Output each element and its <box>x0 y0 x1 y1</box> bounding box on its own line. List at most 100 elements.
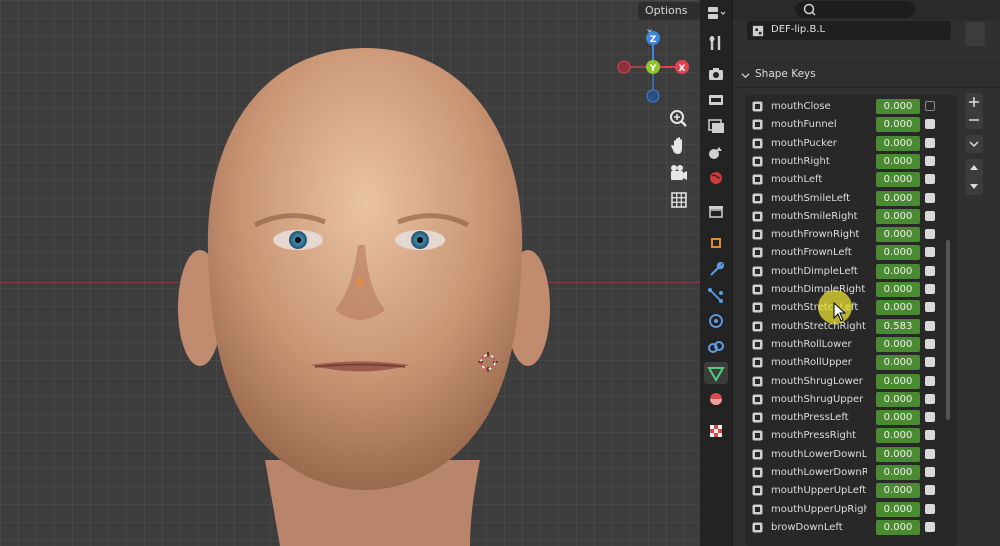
shape-key-enabled-checkbox[interactable] <box>925 229 935 240</box>
shape-key-enabled-checkbox[interactable] <box>925 521 935 532</box>
shape-key-enabled-checkbox[interactable] <box>925 265 935 276</box>
shape-key-row[interactable]: mouthDimpleLeft 0.000 <box>745 263 957 281</box>
shape-key-specials-button[interactable] <box>965 135 983 153</box>
shape-key-value[interactable]: 0.000 <box>876 465 920 480</box>
shape-key-enabled-checkbox[interactable] <box>925 448 935 459</box>
shape-key-enabled-checkbox[interactable] <box>925 393 935 404</box>
shape-key-value[interactable]: 0.000 <box>876 300 920 316</box>
list-scroll-handle[interactable] <box>965 22 985 46</box>
hand-icon[interactable] <box>666 133 692 159</box>
shape-key-value[interactable]: 0.000 <box>876 446 920 462</box>
shape-key-row[interactable]: mouthLowerDownRight 0.000 <box>745 464 957 482</box>
3d-viewport[interactable]: Options ⌄ Z X Y <box>0 0 700 546</box>
shape-key-row[interactable]: mouthSmileRight 0.000 <box>745 208 957 226</box>
texture-icon[interactable] <box>704 420 728 442</box>
output-icon[interactable] <box>704 89 728 111</box>
modifier-icon[interactable] <box>704 258 728 280</box>
material-icon[interactable] <box>704 388 728 410</box>
object-icon[interactable] <box>704 232 728 254</box>
shape-key-value[interactable]: 0.583 <box>876 318 920 334</box>
shape-key-enabled-checkbox[interactable] <box>925 485 935 496</box>
shape-key-value[interactable]: 0.000 <box>876 172 920 188</box>
shape-key-enabled-checkbox[interactable] <box>925 155 935 166</box>
shape-key-row[interactable]: mouthUpperUpRight 0.000 <box>745 501 957 519</box>
world-icon[interactable] <box>704 167 728 189</box>
shape-key-value[interactable]: 0.000 <box>876 153 920 169</box>
shape-key-enabled-checkbox[interactable] <box>925 412 935 423</box>
collection-icon[interactable] <box>704 200 728 222</box>
shape-key-value[interactable]: 0.000 <box>876 135 920 151</box>
shape-key-enabled-checkbox[interactable] <box>925 247 935 258</box>
shape-keys-list[interactable]: mouthClose 0.000 mouthFunnel 0.000 mouthPuck… <box>745 95 957 546</box>
shape-key-enabled-checkbox[interactable] <box>925 503 935 514</box>
view-layer-icon[interactable] <box>704 115 728 137</box>
particles-icon[interactable] <box>704 284 728 306</box>
shape-key-value[interactable]: 0.000 <box>876 99 920 114</box>
render-icon[interactable] <box>704 63 728 85</box>
shape-key-row[interactable]: mouthRollUpper 0.000 <box>745 354 957 372</box>
shape-key-value[interactable]: 0.000 <box>876 428 920 444</box>
shape-key-row[interactable]: mouthShrugUpper 0.000 <box>745 391 957 409</box>
zoom-icon[interactable] <box>666 106 692 132</box>
shape-key-value[interactable]: 0.000 <box>876 483 920 499</box>
constraints-icon[interactable] <box>704 336 728 358</box>
tool-icon[interactable] <box>704 32 728 54</box>
physics-icon[interactable] <box>704 310 728 332</box>
shape-key-row[interactable]: mouthLeft 0.000 <box>745 171 957 189</box>
shape-key-row[interactable]: mouthPressRight 0.000 <box>745 427 957 445</box>
shape-key-enabled-checkbox[interactable] <box>925 430 935 441</box>
shape-key-value[interactable]: 0.000 <box>876 245 920 261</box>
add-shape-key-button[interactable] <box>965 93 983 111</box>
shape-key-row[interactable]: mouthRollLower 0.000 <box>745 336 957 354</box>
shape-key-value[interactable]: 0.000 <box>876 373 920 389</box>
shape-keys-panel-header[interactable]: Shape Keys <box>733 62 1000 88</box>
shape-key-value[interactable]: 0.000 <box>876 117 920 133</box>
move-down-button[interactable] <box>965 177 983 195</box>
shape-key-value[interactable]: 0.000 <box>876 263 920 279</box>
shape-key-row[interactable]: mouthDimpleRight 0.000 <box>745 281 957 299</box>
shape-key-enabled-checkbox[interactable] <box>925 119 935 130</box>
move-up-button[interactable] <box>965 159 983 177</box>
shape-key-enabled-checkbox[interactable] <box>925 210 935 221</box>
head-model[interactable] <box>170 40 560 546</box>
camera-icon[interactable] <box>666 160 692 186</box>
shape-key-enabled-checkbox[interactable] <box>925 192 935 203</box>
shape-key-row[interactable]: mouthFunnel 0.000 <box>745 116 957 134</box>
navigation-gizmo[interactable]: Z X Y <box>610 26 700 110</box>
shape-key-enabled-checkbox[interactable] <box>925 338 935 349</box>
shape-key-enabled-checkbox[interactable] <box>925 174 935 185</box>
shape-key-enabled-checkbox[interactable] <box>925 101 935 111</box>
bone-name-field[interactable]: DEF-lip.B.L <box>747 21 951 40</box>
grid-icon[interactable] <box>666 187 692 213</box>
shape-key-enabled-checkbox[interactable] <box>925 302 935 313</box>
shape-key-enabled-checkbox[interactable] <box>925 320 935 331</box>
shape-key-enabled-checkbox[interactable] <box>925 284 935 294</box>
shape-key-value[interactable]: 0.000 <box>876 391 920 407</box>
shape-key-row[interactable]: mouthShrugLower 0.000 <box>745 373 957 391</box>
shape-key-row[interactable]: mouthLowerDownLeft 0.000 <box>745 446 957 464</box>
shape-key-value[interactable]: 0.000 <box>876 282 920 297</box>
editor-type-icon[interactable] <box>704 2 728 24</box>
shape-key-row[interactable]: mouthFrownLeft 0.000 <box>745 244 957 262</box>
shape-key-row[interactable]: mouthClose 0.000 <box>745 98 957 116</box>
shape-key-row[interactable]: mouthUpperUpLeft 0.000 <box>745 482 957 500</box>
shape-key-enabled-checkbox[interactable] <box>925 137 935 148</box>
remove-shape-key-button[interactable] <box>965 111 983 129</box>
shape-key-value[interactable]: 0.000 <box>876 227 920 243</box>
options-dropdown[interactable]: Options ⌄ <box>638 2 700 35</box>
data-icon[interactable] <box>704 362 728 384</box>
shape-key-row[interactable]: mouthStretchRight 0.583 <box>745 318 957 336</box>
list-scrollbar[interactable] <box>946 240 950 420</box>
shape-key-row[interactable]: mouthPressLeft 0.000 <box>745 409 957 427</box>
shape-key-row[interactable]: browDownLeft 0.000 <box>745 519 957 537</box>
shape-key-row[interactable]: mouthPucker 0.000 <box>745 135 957 153</box>
shape-key-enabled-checkbox[interactable] <box>925 375 935 386</box>
shape-key-row[interactable]: mouthRight 0.000 <box>745 153 957 171</box>
shape-key-value[interactable]: 0.000 <box>876 208 920 224</box>
scene-icon[interactable] <box>704 141 728 163</box>
shape-key-enabled-checkbox[interactable] <box>925 467 935 477</box>
shape-key-value[interactable]: 0.000 <box>876 190 920 206</box>
shape-key-row[interactable]: mouthFrownRight 0.000 <box>745 226 957 244</box>
shape-key-enabled-checkbox[interactable] <box>925 357 935 368</box>
shape-key-value[interactable]: 0.000 <box>876 355 920 371</box>
